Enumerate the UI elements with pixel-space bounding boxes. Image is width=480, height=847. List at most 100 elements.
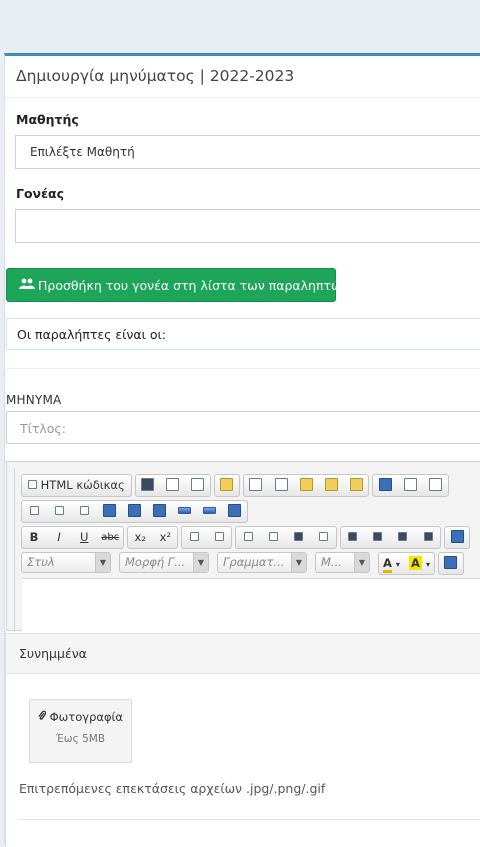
link-button[interactable] [447,527,467,548]
spellcheck-button[interactable] [400,475,420,496]
templates-button[interactable] [217,475,237,496]
student-label: Μαθητής [16,112,79,127]
print-button[interactable] [375,475,395,496]
align-center-button[interactable] [368,527,388,548]
save-icon [141,478,155,491]
superscript-button[interactable]: x² [155,527,175,548]
print-icon [378,478,392,491]
div-icon [319,532,329,541]
textarea-icon [127,504,141,517]
editor-frame: HTML κώδικας B I U abc x₂ x² Στυλ ▼ Μορφ… [14,468,480,632]
toolbar-group-colors: A ▾ A ▾ [378,552,435,575]
message-panel: Δημιουργία μηνύματος | 2022-2023 Μαθητής… [4,53,480,847]
text-color-button[interactable]: A ▾ [381,553,402,574]
top-band [0,0,480,52]
hidden-field-icon [228,504,242,517]
link-icon [450,530,464,543]
paste-word-button[interactable] [346,475,366,496]
button-button[interactable] [175,501,195,522]
format-combo-label: Μορφή Γ... [125,555,186,569]
chevron-down-icon: ▾ [395,560,400,569]
align-left-icon [348,532,358,541]
italic-button[interactable]: I [49,527,69,548]
copy-icon [274,478,288,491]
align-left-button[interactable] [343,527,363,548]
bg-color-label: A [409,556,422,570]
photo-size-limit: Έως 5MB [55,733,106,745]
chevron-down-icon: ▼ [291,553,306,572]
justify-button[interactable] [418,527,438,548]
form-button[interactable] [24,501,44,522]
student-select[interactable]: Επιλέξτε Μαθητή [15,135,480,169]
photo-upload-button[interactable]: Φωτογραφία Έως 5MB [29,699,132,763]
indent-button[interactable] [264,527,284,548]
editor-content[interactable] [22,578,480,632]
checkbox-button[interactable] [49,501,69,522]
styles-combo-label: Στυλ [27,555,55,569]
photo-label: Φωτογραφία [49,710,124,724]
bold-button[interactable]: B [24,527,44,548]
paste-word-icon [349,478,363,491]
size-combo[interactable]: Μ... ▼ [315,552,370,573]
toolbar-group-basic: B I U abc [21,526,125,549]
align-right-button[interactable] [393,527,413,548]
select-button[interactable] [149,501,169,522]
maximize-icon [444,556,458,569]
save-button[interactable] [138,475,158,496]
scissors-icon [249,478,263,491]
bg-color-button[interactable]: A ▾ [407,553,432,574]
scayt-icon [429,478,443,491]
font-combo-label: Γραμματ... [223,555,285,569]
styles-combo[interactable]: Στυλ ▼ [21,552,111,573]
quote-icon [294,532,304,541]
photo-upload-title: Φωτογραφία [30,710,131,724]
font-combo[interactable]: Γραμματ... ▼ [217,552,307,573]
div-button[interactable] [314,527,334,548]
panel-title: Δημιουργία μηνύματος | 2022-2023 [5,56,480,98]
toolbar-group-lists [181,526,233,549]
recipients-box: Οι παραλήπτες είναι οι: [6,318,480,350]
add-parent-label: Προσθήκη του γονέα στη λίστα των παραληπ… [38,278,349,293]
textfield-icon [102,504,116,517]
paste-text-button[interactable] [321,475,341,496]
toolbar-row-3: B I U abc x₂ x² [21,526,473,549]
paste-text-icon [324,478,338,491]
cut-button[interactable] [246,475,266,496]
radio-button[interactable] [74,501,94,522]
underline-button[interactable]: U [74,527,94,548]
attachments-header: Συνημμένα [6,634,480,674]
parent-label: Γονέας [16,186,65,201]
paste-button[interactable] [296,475,316,496]
add-parent-button[interactable]: Προσθήκη του γονέα στη λίστα των παραληπ… [6,268,348,302]
blockquote-button[interactable] [289,527,309,548]
hiddenfield-button[interactable] [225,501,245,522]
new-page-button[interactable] [163,475,183,496]
preview-button[interactable] [188,475,208,496]
toolbar-row-2 [21,500,251,523]
maximize-button[interactable] [441,553,461,574]
toolbar-group-align [339,526,442,549]
toolbar-row-1: HTML κώδικας [21,474,452,497]
divider [6,368,480,369]
copy-button[interactable] [271,475,291,496]
paperclip-icon [38,710,50,724]
imagebutton-button[interactable] [200,501,220,522]
outdent-button[interactable] [238,527,258,548]
parent-select[interactable] [15,209,480,243]
users-icon [19,278,35,293]
bulleted-list-icon [214,532,224,541]
scayt-button[interactable] [426,475,446,496]
textarea-button[interactable] [124,501,144,522]
size-combo-label: Μ... [321,555,342,569]
source-button[interactable]: HTML κώδικας [24,475,129,496]
title-input[interactable]: Τίτλος: [6,411,480,444]
bulleted-list-button[interactable] [209,527,229,548]
document-icon [28,480,37,489]
format-combo[interactable]: Μορφή Γ... ▼ [119,552,209,573]
subscript-button[interactable]: x₂ [130,527,150,548]
strike-button[interactable]: abc [99,527,121,548]
toolbar-group-spell [372,474,449,497]
numbered-list-button[interactable] [184,527,204,548]
textfield-button[interactable] [99,501,119,522]
image-button-icon [203,507,217,514]
